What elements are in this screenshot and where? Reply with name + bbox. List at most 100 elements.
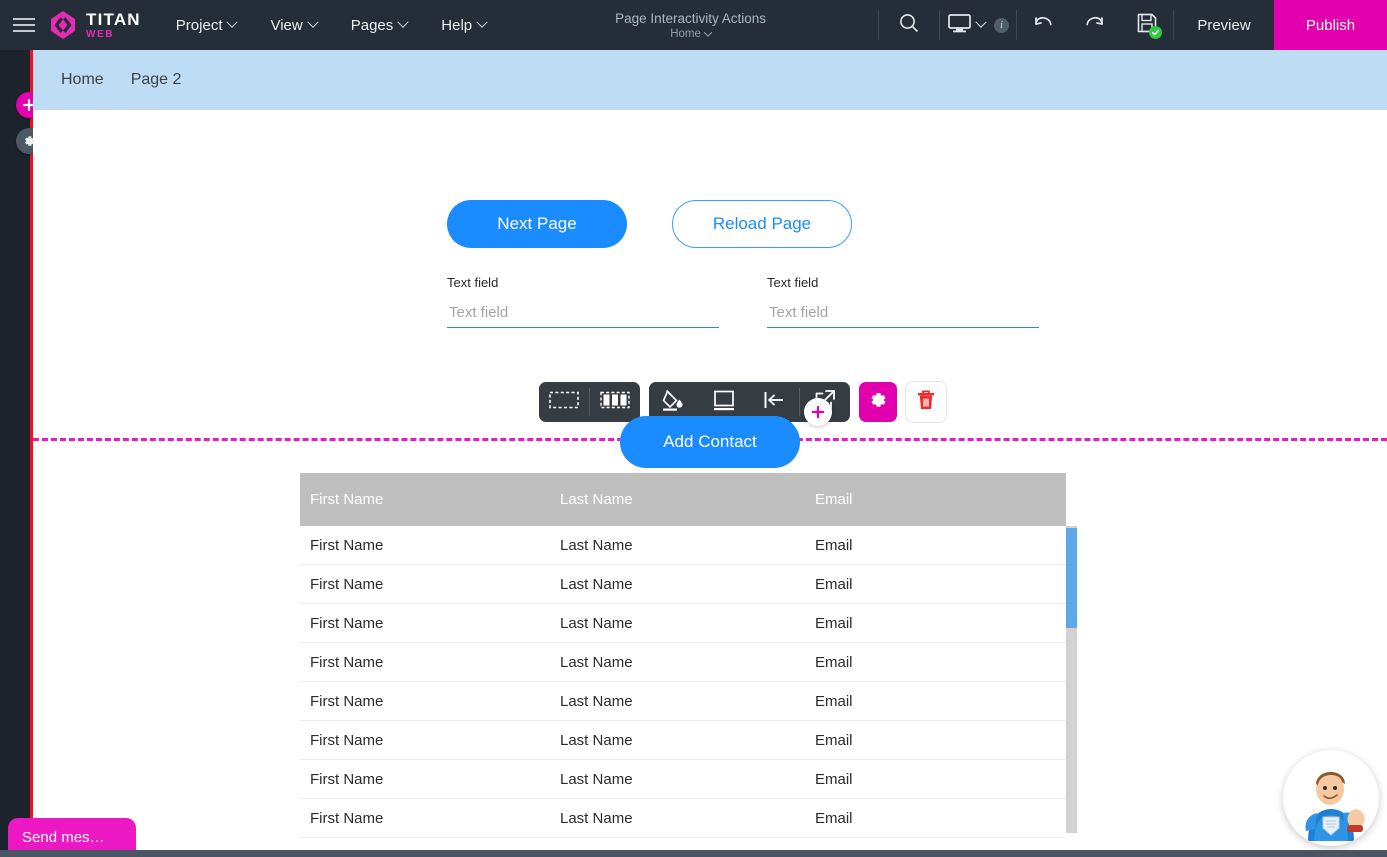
text-field-input-2[interactable] [767, 304, 1039, 328]
nav-link-page-2[interactable]: Page 2 [131, 71, 182, 89]
menu-project-label: Project [175, 16, 223, 34]
cell-first-name: First Name [310, 770, 384, 788]
table-header-row: First Name Last Name Email [300, 473, 1066, 526]
columns-icon [600, 390, 630, 415]
text-field-group-2: Text field [767, 275, 1039, 328]
cell-last-name: Last Name [560, 614, 633, 632]
text-field-label-2: Text field [767, 275, 819, 290]
scrollbar-thumb[interactable] [1066, 528, 1077, 628]
hamburger-line [13, 18, 35, 20]
menubar: Project View Pages Help [159, 0, 503, 50]
cell-first-name: First Name [310, 692, 384, 710]
cell-email: Email [815, 653, 853, 671]
chevron-down-icon [975, 16, 987, 28]
site-navigation-bar: Home Page 2 [33, 50, 1387, 110]
cell-email: Email [815, 614, 853, 632]
chevron-down-icon [397, 16, 409, 28]
paint-bucket-icon [661, 388, 687, 417]
menu-view[interactable]: View [253, 0, 333, 50]
text-field-input-1[interactable] [447, 304, 719, 328]
monitor-icon [947, 12, 972, 39]
table-row[interactable]: First Name Last Name Email [300, 838, 1066, 851]
section-top: Next Page Reload Page Text field Text fi… [33, 110, 1387, 441]
contacts-table-widget: First Name Last Name Email First Name La… [300, 473, 1077, 850]
left-rail [0, 50, 30, 850]
menu-view-label: View [270, 16, 303, 34]
add-contact-button[interactable]: Add Contact [620, 416, 800, 468]
menu-help[interactable]: Help [424, 0, 503, 50]
reload-page-button[interactable]: Reload Page [672, 200, 852, 248]
save-status-badge [1149, 26, 1162, 39]
cell-email: Email [815, 731, 853, 749]
chevron-down-icon [307, 16, 319, 28]
text-field-label-1: Text field [447, 275, 499, 290]
column-header-first-name: First Name [310, 491, 384, 508]
page-selector-label: Home [670, 27, 701, 40]
app-logo[interactable]: TITAN WEB [48, 0, 159, 50]
nav-link-home[interactable]: Home [61, 71, 104, 89]
cell-email: Email [815, 575, 853, 593]
chevron-down-icon [476, 16, 488, 28]
next-page-button[interactable]: Next Page [447, 200, 627, 248]
undo-button[interactable] [1017, 0, 1069, 50]
design-canvas: Home Page 2 Next Page Reload Page Text f… [33, 50, 1387, 850]
text-field-row: Text field Text field [33, 248, 1387, 328]
hamburger-menu-icon[interactable] [0, 0, 48, 50]
support-mascot-avatar[interactable] [1283, 750, 1379, 846]
add-element-button[interactable] [804, 398, 832, 426]
table-row[interactable]: First Name Last Name Email [300, 721, 1066, 760]
text-field-group-1: Text field [447, 275, 719, 328]
add-contact-wrapper: Add Contact [620, 398, 832, 468]
cell-email: Email [815, 809, 853, 827]
hamburger-line [13, 30, 35, 32]
chevron-down-icon [703, 27, 713, 37]
titan-logo-icon [48, 10, 78, 40]
device-preview-selector[interactable]: i [940, 0, 1016, 50]
cell-last-name: Last Name [560, 809, 633, 827]
action-button-row: Next Page Reload Page [33, 110, 1387, 248]
cell-first-name: First Name [310, 536, 384, 554]
cell-first-name: First Name [310, 653, 384, 671]
column-header-email: Email [815, 491, 853, 508]
table-row[interactable]: First Name Last Name Email [300, 526, 1066, 565]
table-row[interactable]: First Name Last Name Email [300, 604, 1066, 643]
table-scrollbar[interactable] [1066, 473, 1077, 833]
menu-pages[interactable]: Pages [334, 0, 425, 50]
preview-button[interactable]: Preview [1174, 0, 1274, 50]
menu-pages-label: Pages [350, 16, 394, 34]
redo-button[interactable] [1069, 0, 1121, 50]
logo-subtitle: WEB [86, 28, 115, 40]
page-selector[interactable]: Home [670, 27, 713, 40]
cell-last-name: Last Name [560, 770, 633, 788]
cell-last-name: Last Name [560, 731, 633, 749]
undo-icon [1031, 12, 1055, 39]
search-button[interactable] [879, 0, 939, 50]
cell-email: Email [815, 536, 853, 554]
page-title: Page Interactivity Actions [615, 10, 766, 26]
table-row[interactable]: First Name Last Name Email [300, 565, 1066, 604]
table-row[interactable]: First Name Last Name Email [300, 682, 1066, 721]
hamburger-line [13, 24, 35, 26]
table-row[interactable]: First Name Last Name Email [300, 799, 1066, 838]
cell-first-name: First Name [310, 731, 384, 749]
table-row[interactable]: First Name Last Name Email [300, 760, 1066, 799]
gear-icon [868, 390, 888, 415]
cell-last-name: Last Name [560, 575, 633, 593]
cell-email: Email [815, 770, 853, 788]
cell-last-name: Last Name [560, 692, 633, 710]
menu-project[interactable]: Project [159, 0, 254, 50]
plus-icon [811, 405, 825, 419]
table-row[interactable]: First Name Last Name Email [300, 643, 1066, 682]
save-button[interactable] [1121, 0, 1173, 50]
section-bottom: Add Contact [33, 398, 1387, 468]
menu-help-label: Help [441, 16, 473, 34]
chevron-down-icon [226, 16, 239, 28]
cell-first-name: First Name [310, 614, 384, 632]
info-icon[interactable]: i [994, 17, 1009, 33]
search-icon [898, 12, 920, 39]
border-box-icon [711, 388, 737, 417]
cell-last-name: Last Name [560, 536, 633, 554]
project-title-block: Page Interactivity Actions Home [503, 0, 878, 50]
publish-button[interactable]: Publish [1274, 0, 1387, 50]
logo-text: TITAN WEB [86, 11, 141, 40]
